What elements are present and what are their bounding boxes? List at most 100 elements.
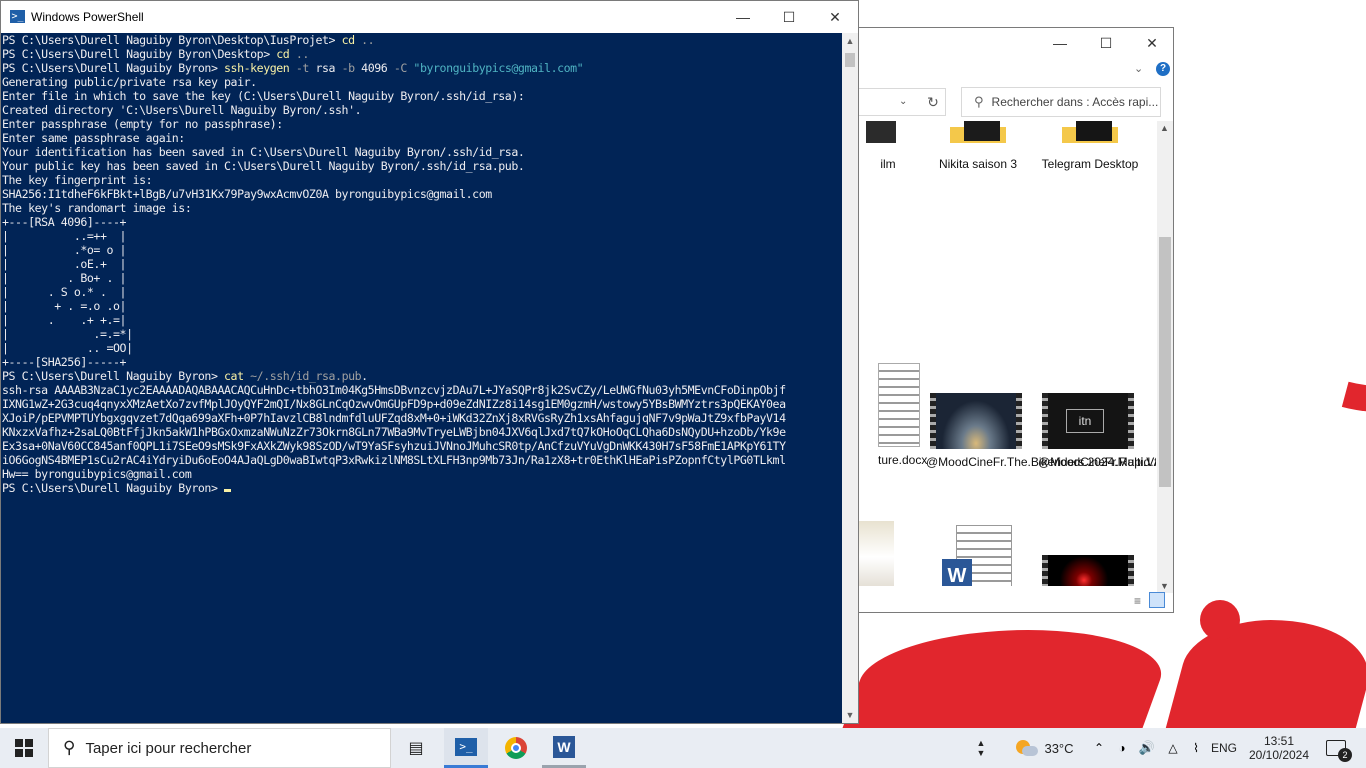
taskbar-search-box[interactable]: ⚲ Taper ici pour rechercher xyxy=(48,728,391,768)
scroll-up-icon[interactable]: ▲ xyxy=(1160,123,1169,133)
status-bar: ≡ xyxy=(858,590,1173,612)
console-line: The key's randomart image is: xyxy=(2,201,842,215)
file-explorer-window[interactable]: — ☐ ✕ ⌄ ? ⌄ ↻ ⚲ Rechercher dans : Accès … xyxy=(857,27,1174,613)
refresh-icon[interactable]: ↻ xyxy=(920,88,946,116)
console-segment: Created directory 'C:\Users\Durell Nagui… xyxy=(2,103,362,117)
console-segment: Your identification has been saved in C:… xyxy=(2,145,525,159)
console-segment: Ex3sa+0NaV60CC845anf0QPL1i7SEeO9sMSk9FxA… xyxy=(2,439,786,453)
file-list[interactable]: ilm Nikita saison 3 Telegram Desktop tur… xyxy=(858,121,1156,586)
start-button[interactable] xyxy=(0,728,48,768)
list-item[interactable] xyxy=(1042,555,1134,586)
text-cursor xyxy=(224,489,232,492)
console-segment: Hw== byronguibypics@gmail.com xyxy=(2,467,192,481)
network-icon[interactable]: △ xyxy=(1162,728,1184,768)
console-line: PS C:\Users\Durell Naguiby Byron> cat ~/… xyxy=(2,369,842,383)
maximize-button[interactable]: ☐ xyxy=(766,2,812,32)
list-item[interactable]: Nikita saison 3 xyxy=(928,121,1028,172)
console-segment: iO6GogNS4BMEP1sCu2rAC4iYdryiDu6oEoO4AJaQ… xyxy=(2,453,786,467)
console-line: Created directory 'C:\Users\Durell Nagui… xyxy=(2,103,842,117)
scroll-up-icon[interactable]: ▲ xyxy=(842,33,858,49)
itn-logo: itn xyxy=(1066,409,1104,433)
weather-widget[interactable]: 33°C xyxy=(1010,728,1080,768)
language-indicator[interactable]: ENG xyxy=(1208,728,1240,768)
console-segment: | . Bo+ . | xyxy=(2,271,127,285)
volume-icon[interactable]: 🔊 xyxy=(1136,728,1158,768)
console-line: KNxzxVafhz+2saLQ0BtFfjJkn5akW1hPBGxOxmza… xyxy=(2,425,842,439)
folder-icon xyxy=(950,121,1006,157)
console-segment: The key fingerprint is: xyxy=(2,173,153,187)
console-line: +----[SHA256]-----+ xyxy=(2,355,842,369)
list-item[interactable]: @MoodCineFr.The.Bikeriders.2024.Multi.Vf… xyxy=(926,393,1156,470)
notification-center[interactable]: 2 xyxy=(1316,728,1356,768)
scroll-thumb[interactable] xyxy=(845,53,855,67)
taskbar-chrome[interactable] xyxy=(494,728,538,768)
console-line: PS C:\Users\Durell Naguiby Byron\Desktop… xyxy=(2,47,842,61)
weather-temperature: 33°C xyxy=(1044,740,1074,756)
console-line: PS C:\Users\Durell Naguiby Byron> ssh-ke… xyxy=(2,61,842,75)
image-thumbnail[interactable] xyxy=(858,521,894,586)
console-segment: | .=.=*| xyxy=(2,327,133,341)
console-segment: | . S o.* . | xyxy=(2,285,127,299)
list-item[interactable]: Telegram Desktop xyxy=(1040,121,1140,172)
taskbar-word[interactable]: W xyxy=(542,728,586,768)
console-line: Ex3sa+0NaV60CC845anf0QPL1i7SEeO9sMSk9FxA… xyxy=(2,439,842,453)
meet-icon[interactable]: ◑ xyxy=(1112,728,1132,768)
details-view-icon[interactable]: ≡ xyxy=(1134,594,1141,608)
help-icon[interactable]: ? xyxy=(1156,62,1170,76)
chevron-down-icon[interactable]: ⌄ xyxy=(899,96,907,107)
maximize-button[interactable]: ☐ xyxy=(1083,28,1129,58)
wifi-icon[interactable]: ⌇ xyxy=(1186,728,1206,768)
file-label: ture.docx xyxy=(878,453,928,467)
console-line: | .. =OO| xyxy=(2,341,842,355)
explorer-titlebar[interactable]: — ☐ ✕ xyxy=(858,28,1173,58)
taskbar: ⚲ Taper ici pour rechercher ▤ >_ W ▲ ▼ 3… xyxy=(0,728,1366,768)
wallpaper-logo-part xyxy=(1200,600,1240,640)
powershell-window[interactable]: >_ Windows PowerShell — ☐ ✕ PS C:\Users\… xyxy=(0,0,859,724)
console-line: | + . =.o .o| xyxy=(2,299,842,313)
console-segment: -b xyxy=(335,61,356,75)
console-segment: Enter same passphrase again: xyxy=(2,131,185,145)
notification-count-badge: 2 xyxy=(1338,748,1352,762)
word-document-icon[interactable]: W xyxy=(942,525,1012,586)
file-label: Telegram Desktop xyxy=(1041,157,1139,171)
scroll-down-icon[interactable]: ▼ xyxy=(842,707,858,723)
console-segment: The key's randomart image is: xyxy=(2,201,192,215)
console-text: PS C:\Users\Durell Naguiby Byron\Desktop… xyxy=(1,33,842,495)
large-icons-view-icon[interactable] xyxy=(1149,592,1165,608)
console-segment: PS C:\Users\Durell Naguiby Byron> xyxy=(2,61,225,75)
clock[interactable]: 13:51 20/10/2024 xyxy=(1246,728,1312,768)
console-line: | .oE.+ | xyxy=(2,257,842,271)
scroll-thumb[interactable] xyxy=(1159,237,1171,487)
console-segment: Enter file in which to save the key (C:\… xyxy=(2,89,525,103)
console-segment: | .. =OO| xyxy=(2,341,133,355)
taskbar-powershell[interactable]: >_ xyxy=(444,728,488,768)
minimize-button[interactable]: — xyxy=(720,2,766,32)
vertical-scrollbar[interactable]: ▲ ▼ xyxy=(1157,121,1173,593)
chevron-down-icon[interactable]: ⌄ xyxy=(1134,62,1143,75)
folder-icon xyxy=(1062,121,1118,157)
ribbon-collapsed: ⌄ ? xyxy=(858,58,1173,82)
console-segment: ssh-rsa AAAAB3NzaC1yc2EAAAADAQABAAACAQCu… xyxy=(2,383,786,397)
console-segment: cd xyxy=(276,47,290,61)
close-button[interactable]: ✕ xyxy=(1129,28,1173,58)
console-line: iO6GogNS4BMEP1sCu2rAC4iYdryiDu6oEoO4AJaQ… xyxy=(2,453,842,467)
list-item[interactable]: itn @MoodCineFr.Rapid.Action.2023.French… xyxy=(1038,393,1156,470)
console-segment: ssh-keygen xyxy=(224,61,290,75)
minimize-button[interactable]: — xyxy=(1037,28,1083,58)
close-button[interactable]: ✕ xyxy=(812,2,858,32)
video-thumbnail xyxy=(1042,555,1134,586)
console-segment: "byronguibypics@gmail.com" xyxy=(406,61,584,75)
console-segment: .. xyxy=(289,47,310,61)
console-line: SHA256:I1tdheF6kFBkt+lBgB/u7vH31Kx79Pay9… xyxy=(2,187,842,201)
task-view-button[interactable]: ▤ xyxy=(396,728,436,768)
console-segment: PS C:\Users\Durell Naguiby Byron> xyxy=(2,369,225,383)
list-item[interactable]: ilm xyxy=(858,121,918,172)
chevron-up-icon[interactable]: ⌃ xyxy=(1090,728,1108,768)
list-item[interactable]: ture.docx xyxy=(858,363,928,468)
console-segment: | .oE.+ | xyxy=(2,257,127,271)
powershell-titlebar[interactable]: >_ Windows PowerShell — ☐ ✕ xyxy=(1,1,858,33)
tray-chevron[interactable]: ▲ ▼ xyxy=(974,728,988,768)
vertical-scrollbar[interactable]: ▲ ▼ xyxy=(842,33,858,723)
search-box[interactable]: ⚲ Rechercher dans : Accès rapi... xyxy=(961,87,1161,117)
console-output[interactable]: PS C:\Users\Durell Naguiby Byron\Desktop… xyxy=(1,33,842,723)
